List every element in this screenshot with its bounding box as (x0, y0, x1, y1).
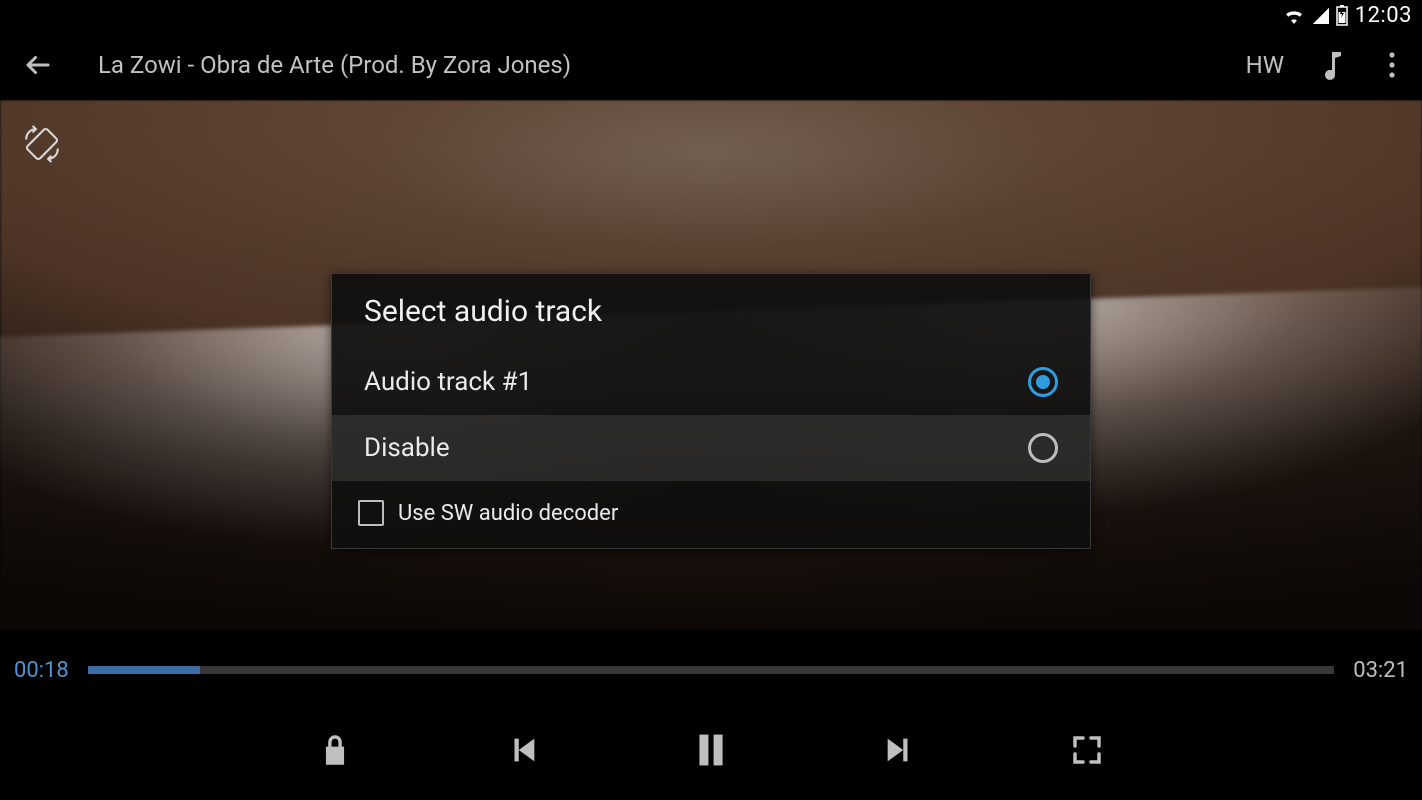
decoder-toggle[interactable]: HW (1246, 51, 1284, 79)
sw-audio-decoder-checkbox-row[interactable]: Use SW audio decoder (332, 481, 1090, 548)
checkbox-unchecked-icon (358, 500, 384, 526)
progress-bar-area: 00:18 03:21 (0, 640, 1422, 700)
rotate-screen-button[interactable] (18, 120, 66, 168)
lock-button[interactable] (311, 726, 359, 774)
cellular-icon (1311, 6, 1329, 24)
music-note-icon[interactable] (1314, 47, 1350, 83)
more-options-button[interactable] (1380, 47, 1404, 83)
pause-button[interactable] (687, 726, 735, 774)
back-button[interactable] (18, 45, 58, 85)
playback-controls (0, 700, 1422, 800)
total-time: 03:21 (1344, 658, 1408, 683)
audio-track-option-1[interactable]: Audio track #1 (332, 349, 1090, 415)
fullscreen-button[interactable] (1063, 726, 1111, 774)
radio-selected-icon (1028, 367, 1058, 397)
previous-button[interactable] (499, 726, 547, 774)
seek-bar[interactable] (88, 666, 1334, 674)
option-label: Disable (364, 433, 450, 463)
option-label: Audio track #1 (364, 367, 532, 397)
checkbox-label: Use SW audio decoder (398, 501, 618, 526)
next-button[interactable] (875, 726, 923, 774)
wifi-icon (1283, 6, 1305, 24)
status-time: 12:03 (1355, 3, 1412, 28)
battery-icon (1335, 4, 1349, 26)
dialog-title: Select audio track (332, 274, 1090, 349)
current-time: 00:18 (14, 658, 78, 683)
seek-bar-fill (88, 666, 200, 674)
video-title: La Zowi - Obra de Arte (Prod. By Zora Jo… (98, 51, 571, 79)
audio-track-option-disable[interactable]: Disable (332, 415, 1090, 481)
radio-unselected-icon (1028, 433, 1058, 463)
app-bar: La Zowi - Obra de Arte (Prod. By Zora Jo… (0, 30, 1422, 100)
status-bar: 12:03 (0, 0, 1422, 30)
select-audio-track-dialog: Select audio track Audio track #1 Disabl… (331, 273, 1091, 549)
